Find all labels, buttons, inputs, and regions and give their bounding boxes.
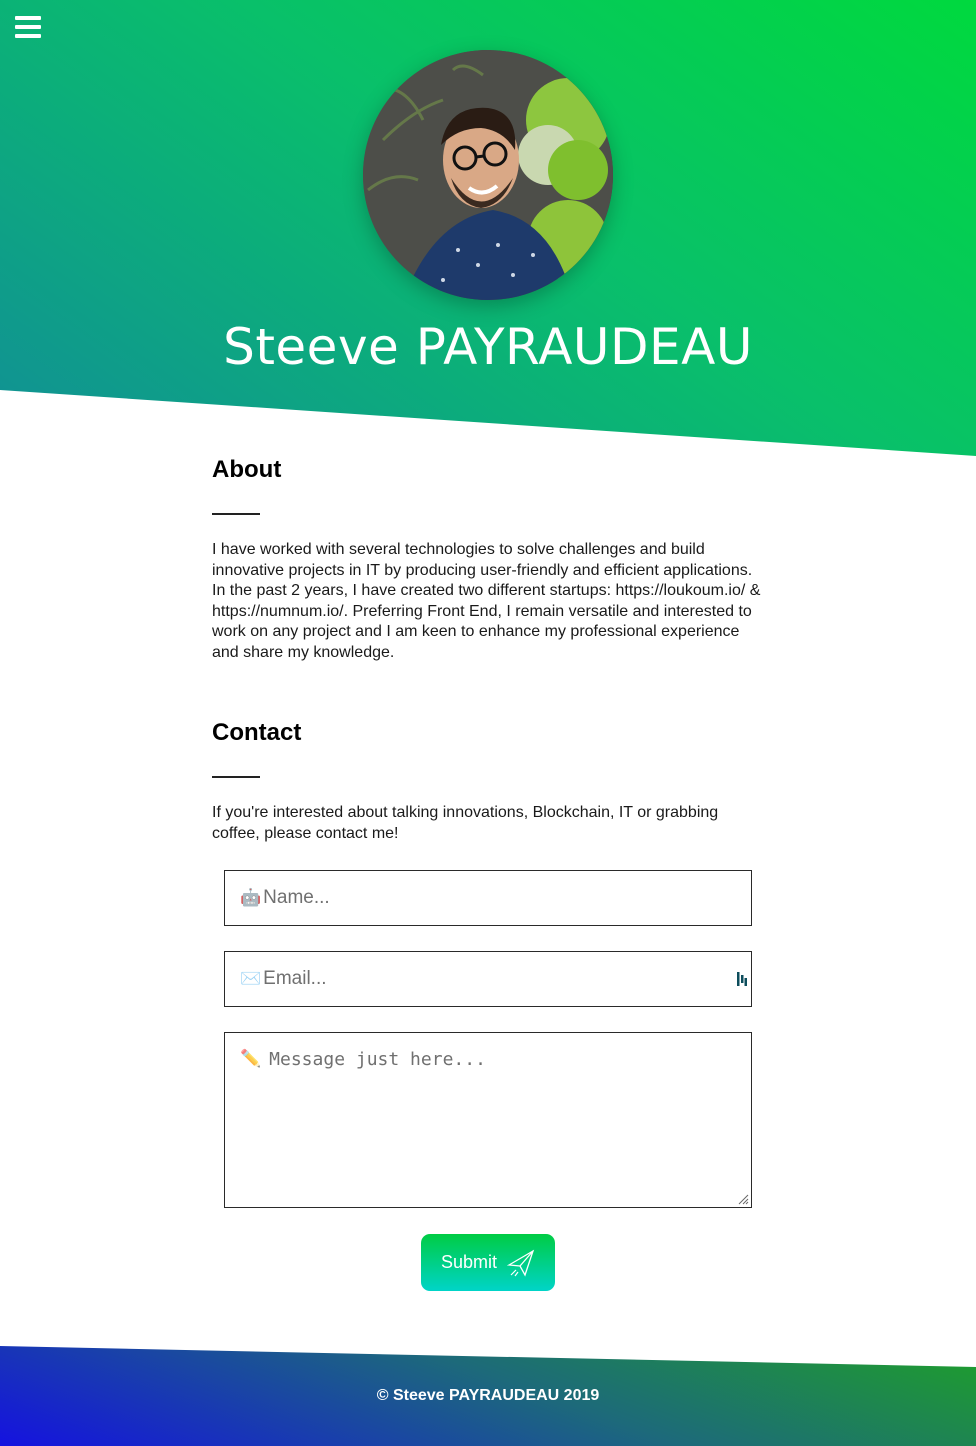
password-manager-icon[interactable] (737, 972, 747, 986)
about-title: About (212, 456, 282, 483)
profile-name: Steeve PAYRAUDEAU (223, 318, 753, 376)
robot-icon: 🤖 (240, 888, 262, 907)
paper-plane-icon (507, 1249, 535, 1277)
resize-handle-icon[interactable] (737, 1193, 749, 1205)
about-text: I have worked with several technologies … (212, 541, 761, 661)
contact-divider (212, 776, 260, 778)
name-input[interactable]: 🤖 Name... (224, 870, 752, 926)
about-section: About I have worked with several technol… (212, 456, 762, 663)
profile-photo (363, 50, 613, 300)
contact-section: Contact If you're interested about talki… (212, 719, 762, 844)
envelope-icon: ✉️ (240, 969, 262, 988)
contact-text: If you're interested about talking innov… (212, 804, 719, 842)
submit-button[interactable]: Submit (421, 1234, 555, 1291)
hamburger-menu-icon[interactable] (15, 16, 41, 40)
message-placeholder: Message just here... (269, 1049, 486, 1070)
email-input[interactable]: ✉️ Email... (224, 951, 752, 1007)
message-textarea[interactable]: ✏️ Message just here... (224, 1032, 752, 1208)
pencil-icon: ✏️ (240, 1049, 262, 1069)
about-divider (212, 513, 260, 515)
footer-copyright: © Steeve PAYRAUDEAU 2019 (376, 1387, 600, 1404)
name-placeholder: Name... (263, 887, 330, 908)
contact-title: Contact (212, 719, 302, 746)
email-placeholder: Email... (263, 968, 327, 989)
submit-label: Submit (440, 1252, 498, 1272)
footer: © Steeve PAYRAUDEAU 2019 (0, 1346, 976, 1446)
